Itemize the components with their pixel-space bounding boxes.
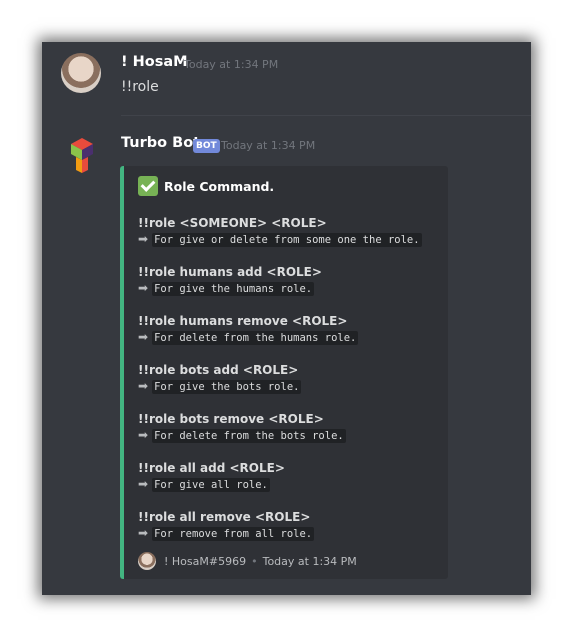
field-value: ➡ For give all role.: [138, 477, 285, 492]
field-name: !!role bots add <ROLE>: [138, 363, 299, 377]
role-command-embed: Role Command. !!role <SOMEONE> <ROLE> ➡ F…: [120, 166, 448, 579]
message-content: !!role: [121, 79, 159, 95]
field-value: ➡ For give the humans role.: [138, 281, 322, 296]
embed-field: !!role all add <ROLE> ➡ For give all role…: [138, 461, 285, 492]
field-name: !!role humans add <ROLE>: [138, 265, 322, 279]
arrow-right-icon: ➡: [138, 281, 149, 295]
field-value-text: For give all role.: [152, 478, 270, 492]
turbo-bot-logo-icon[interactable]: [62, 134, 102, 174]
embed-field: !!role humans remove <ROLE> ➡ For delete …: [138, 314, 359, 345]
field-name: !!role humans remove <ROLE>: [138, 314, 348, 328]
field-value-text: For give the bots role.: [152, 380, 302, 394]
arrow-right-icon: ➡: [138, 232, 149, 246]
embed-footer: ! HosaM#5969 • Today at 1:34 PM: [138, 552, 357, 570]
field-name: !!role bots remove <ROLE>: [138, 412, 324, 426]
bot-badge: BOT: [193, 139, 220, 153]
field-name: !!role all add <ROLE>: [138, 461, 285, 475]
field-value: ➡ For delete from the bots role.: [138, 428, 346, 443]
bot-username[interactable]: Turbo Bot: [121, 135, 200, 151]
embed-field: !!role bots add <ROLE> ➡ For give the bot…: [138, 363, 302, 394]
arrow-right-icon: ➡: [138, 379, 149, 393]
embed-field: !!role bots remove <ROLE> ➡ For delete fr…: [138, 412, 346, 443]
chat-window: ! HosaM Today at 1:34 PM !!role Turbo Bo…: [42, 42, 531, 595]
arrow-right-icon: ➡: [138, 477, 149, 491]
field-name: !!role all remove <ROLE>: [138, 510, 311, 524]
embed-field: !!role humans add <ROLE> ➡ For give the h…: [138, 265, 322, 296]
field-value-text: For delete from the bots role.: [152, 429, 346, 443]
field-value: ➡ For give or delete from some one the ro…: [138, 232, 422, 247]
footer-timestamp: Today at 1:34 PM: [262, 554, 357, 568]
field-value: ➡ For give the bots role.: [138, 379, 302, 394]
field-value-text: For give or delete from some one the rol…: [152, 233, 422, 247]
check-mark-icon: [138, 176, 158, 196]
embed-title: Role Command.: [138, 176, 274, 196]
message-username[interactable]: ! HosaM: [121, 54, 188, 70]
footer-avatar: [138, 552, 156, 570]
user-avatar[interactable]: [61, 53, 101, 93]
arrow-right-icon: ➡: [138, 330, 149, 344]
message-timestamp: Today at 1:34 PM: [184, 58, 279, 71]
footer-separator: •: [251, 554, 258, 568]
field-value-text: For remove from all role.: [152, 527, 315, 541]
field-name: !!role <SOMEONE> <ROLE>: [138, 216, 327, 230]
embed-field: !!role <SOMEONE> <ROLE> ➡ For give or del…: [138, 216, 422, 247]
embed-field: !!role all remove <ROLE> ➡ For remove fro…: [138, 510, 315, 541]
embed-title-text: Role Command.: [164, 178, 275, 194]
field-value-text: For delete from the humans role.: [152, 331, 359, 345]
message-divider: [121, 115, 531, 116]
field-value: ➡ For remove from all role.: [138, 526, 315, 541]
arrow-right-icon: ➡: [138, 428, 149, 442]
footer-author: ! HosaM#5969: [164, 554, 247, 568]
bot-message-timestamp: Today at 1:34 PM: [221, 139, 316, 152]
arrow-right-icon: ➡: [138, 526, 149, 540]
field-value: ➡ For delete from the humans role.: [138, 330, 359, 345]
field-value-text: For give the humans role.: [152, 282, 315, 296]
